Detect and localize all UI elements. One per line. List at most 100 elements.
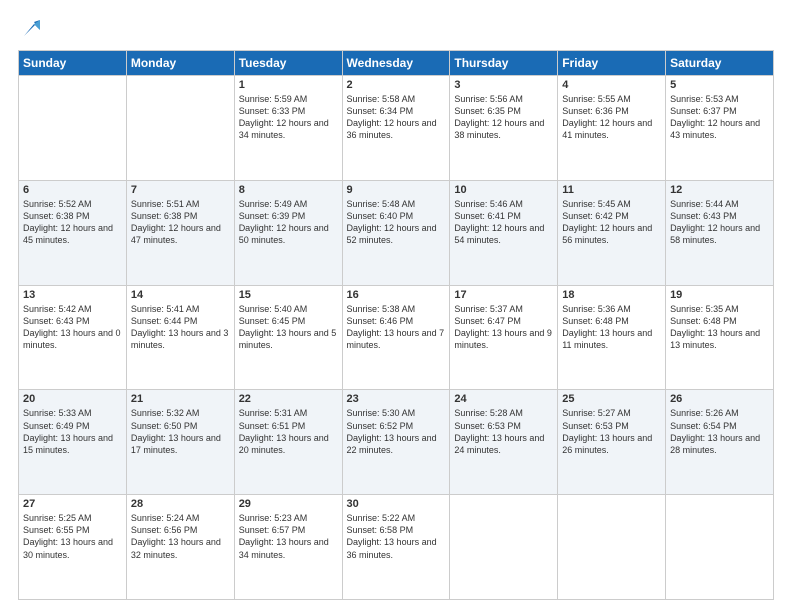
calendar-cell: 20 Sunrise: 5:33 AM Sunset: 6:49 PM Dayli… [19, 390, 127, 495]
day-number: 3 [454, 79, 553, 91]
calendar-cell: 11 Sunrise: 5:45 AM Sunset: 6:42 PM Dayli… [558, 180, 666, 285]
calendar-cell: 6 Sunrise: 5:52 AM Sunset: 6:38 PM Daylig… [19, 180, 127, 285]
cell-details: Sunrise: 5:24 AM Sunset: 6:56 PM Dayligh… [131, 512, 230, 561]
day-number: 30 [347, 498, 446, 510]
day-number: 29 [239, 498, 338, 510]
cell-details: Sunrise: 5:51 AM Sunset: 6:38 PM Dayligh… [131, 198, 230, 247]
day-number: 9 [347, 184, 446, 196]
day-number: 19 [670, 289, 769, 301]
day-number: 18 [562, 289, 661, 301]
cell-details: Sunrise: 5:52 AM Sunset: 6:38 PM Dayligh… [23, 198, 122, 247]
cell-details: Sunrise: 5:30 AM Sunset: 6:52 PM Dayligh… [347, 407, 446, 456]
calendar-cell [558, 495, 666, 600]
cell-details: Sunrise: 5:46 AM Sunset: 6:41 PM Dayligh… [454, 198, 553, 247]
cell-details: Sunrise: 5:37 AM Sunset: 6:47 PM Dayligh… [454, 303, 553, 352]
weekday-header: Friday [558, 51, 666, 76]
day-number: 7 [131, 184, 230, 196]
logo [18, 18, 42, 40]
calendar-cell: 28 Sunrise: 5:24 AM Sunset: 6:56 PM Dayli… [126, 495, 234, 600]
day-number: 21 [131, 393, 230, 405]
cell-details: Sunrise: 5:56 AM Sunset: 6:35 PM Dayligh… [454, 93, 553, 142]
logo-icon [20, 18, 42, 40]
cell-details: Sunrise: 5:55 AM Sunset: 6:36 PM Dayligh… [562, 93, 661, 142]
calendar-cell: 12 Sunrise: 5:44 AM Sunset: 6:43 PM Dayli… [666, 180, 774, 285]
weekday-header: Thursday [450, 51, 558, 76]
calendar-cell: 3 Sunrise: 5:56 AM Sunset: 6:35 PM Daylig… [450, 76, 558, 181]
day-number: 20 [23, 393, 122, 405]
cell-details: Sunrise: 5:48 AM Sunset: 6:40 PM Dayligh… [347, 198, 446, 247]
calendar-cell: 9 Sunrise: 5:48 AM Sunset: 6:40 PM Daylig… [342, 180, 450, 285]
day-number: 1 [239, 79, 338, 91]
weekday-header: Monday [126, 51, 234, 76]
day-number: 13 [23, 289, 122, 301]
day-number: 16 [347, 289, 446, 301]
calendar-week-row: 13 Sunrise: 5:42 AM Sunset: 6:43 PM Dayli… [19, 285, 774, 390]
calendar-cell: 5 Sunrise: 5:53 AM Sunset: 6:37 PM Daylig… [666, 76, 774, 181]
cell-details: Sunrise: 5:33 AM Sunset: 6:49 PM Dayligh… [23, 407, 122, 456]
day-number: 28 [131, 498, 230, 510]
calendar-cell [666, 495, 774, 600]
calendar-cell: 26 Sunrise: 5:26 AM Sunset: 6:54 PM Dayli… [666, 390, 774, 495]
cell-details: Sunrise: 5:32 AM Sunset: 6:50 PM Dayligh… [131, 407, 230, 456]
day-number: 22 [239, 393, 338, 405]
cell-details: Sunrise: 5:36 AM Sunset: 6:48 PM Dayligh… [562, 303, 661, 352]
calendar-header-row: SundayMondayTuesdayWednesdayThursdayFrid… [19, 51, 774, 76]
cell-details: Sunrise: 5:59 AM Sunset: 6:33 PM Dayligh… [239, 93, 338, 142]
day-number: 25 [562, 393, 661, 405]
cell-details: Sunrise: 5:31 AM Sunset: 6:51 PM Dayligh… [239, 407, 338, 456]
calendar-cell: 25Sunrise: 5:27 AM Sunset: 6:53 PM Dayli… [558, 390, 666, 495]
calendar-week-row: 1 Sunrise: 5:59 AM Sunset: 6:33 PM Daylig… [19, 76, 774, 181]
day-number: 26 [670, 393, 769, 405]
day-number: 8 [239, 184, 338, 196]
calendar-cell [19, 76, 127, 181]
calendar-cell: 16Sunrise: 5:38 AM Sunset: 6:46 PM Dayli… [342, 285, 450, 390]
day-number: 2 [347, 79, 446, 91]
calendar-cell: 21 Sunrise: 5:32 AM Sunset: 6:50 PM Dayli… [126, 390, 234, 495]
calendar-cell: 22 Sunrise: 5:31 AM Sunset: 6:51 PM Dayli… [234, 390, 342, 495]
calendar-cell: 17 Sunrise: 5:37 AM Sunset: 6:47 PM Dayli… [450, 285, 558, 390]
day-number: 12 [670, 184, 769, 196]
calendar-cell: 7 Sunrise: 5:51 AM Sunset: 6:38 PM Daylig… [126, 180, 234, 285]
calendar-cell: 30 Sunrise: 5:22 AM Sunset: 6:58 PM Dayli… [342, 495, 450, 600]
cell-details: Sunrise: 5:44 AM Sunset: 6:43 PM Dayligh… [670, 198, 769, 247]
calendar-cell: 14 Sunrise: 5:41 AM Sunset: 6:44 PM Dayli… [126, 285, 234, 390]
cell-details: Sunrise: 5:23 AM Sunset: 6:57 PM Dayligh… [239, 512, 338, 561]
calendar-cell: 18 Sunrise: 5:36 AM Sunset: 6:48 PM Dayli… [558, 285, 666, 390]
calendar-cell: 23 Sunrise: 5:30 AM Sunset: 6:52 PM Dayli… [342, 390, 450, 495]
cell-details: Sunrise: 5:25 AM Sunset: 6:55 PM Dayligh… [23, 512, 122, 561]
cell-details: Sunrise: 5:22 AM Sunset: 6:58 PM Dayligh… [347, 512, 446, 561]
calendar-cell: 15Sunrise: 5:40 AM Sunset: 6:45 PM Dayli… [234, 285, 342, 390]
cell-details: Sunrise: 5:45 AM Sunset: 6:42 PM Dayligh… [562, 198, 661, 247]
weekday-header: Tuesday [234, 51, 342, 76]
cell-details: Sunrise: 5:41 AM Sunset: 6:44 PM Dayligh… [131, 303, 230, 352]
calendar-cell: 2Sunrise: 5:58 AM Sunset: 6:34 PM Daylig… [342, 76, 450, 181]
day-number: 6 [23, 184, 122, 196]
day-number: 17 [454, 289, 553, 301]
weekday-header: Sunday [19, 51, 127, 76]
cell-details: Sunrise: 5:42 AM Sunset: 6:43 PM Dayligh… [23, 303, 122, 352]
calendar-week-row: 27 Sunrise: 5:25 AM Sunset: 6:55 PM Dayli… [19, 495, 774, 600]
day-number: 14 [131, 289, 230, 301]
calendar-table: SundayMondayTuesdayWednesdayThursdayFrid… [18, 50, 774, 600]
calendar-week-row: 20 Sunrise: 5:33 AM Sunset: 6:49 PM Dayli… [19, 390, 774, 495]
calendar-cell: 8Sunrise: 5:49 AM Sunset: 6:39 PM Daylig… [234, 180, 342, 285]
day-number: 23 [347, 393, 446, 405]
cell-details: Sunrise: 5:35 AM Sunset: 6:48 PM Dayligh… [670, 303, 769, 352]
cell-details: Sunrise: 5:26 AM Sunset: 6:54 PM Dayligh… [670, 407, 769, 456]
cell-details: Sunrise: 5:53 AM Sunset: 6:37 PM Dayligh… [670, 93, 769, 142]
day-number: 10 [454, 184, 553, 196]
cell-details: Sunrise: 5:40 AM Sunset: 6:45 PM Dayligh… [239, 303, 338, 352]
day-number: 27 [23, 498, 122, 510]
header [18, 18, 774, 40]
weekday-header: Saturday [666, 51, 774, 76]
calendar-cell: 27 Sunrise: 5:25 AM Sunset: 6:55 PM Dayli… [19, 495, 127, 600]
day-number: 24 [454, 393, 553, 405]
calendar-cell [126, 76, 234, 181]
calendar-week-row: 6 Sunrise: 5:52 AM Sunset: 6:38 PM Daylig… [19, 180, 774, 285]
day-number: 11 [562, 184, 661, 196]
calendar-cell: 24Sunrise: 5:28 AM Sunset: 6:53 PM Dayli… [450, 390, 558, 495]
day-number: 5 [670, 79, 769, 91]
calendar-cell: 10 Sunrise: 5:46 AM Sunset: 6:41 PM Dayli… [450, 180, 558, 285]
calendar-cell: 13 Sunrise: 5:42 AM Sunset: 6:43 PM Dayli… [19, 285, 127, 390]
day-number: 4 [562, 79, 661, 91]
